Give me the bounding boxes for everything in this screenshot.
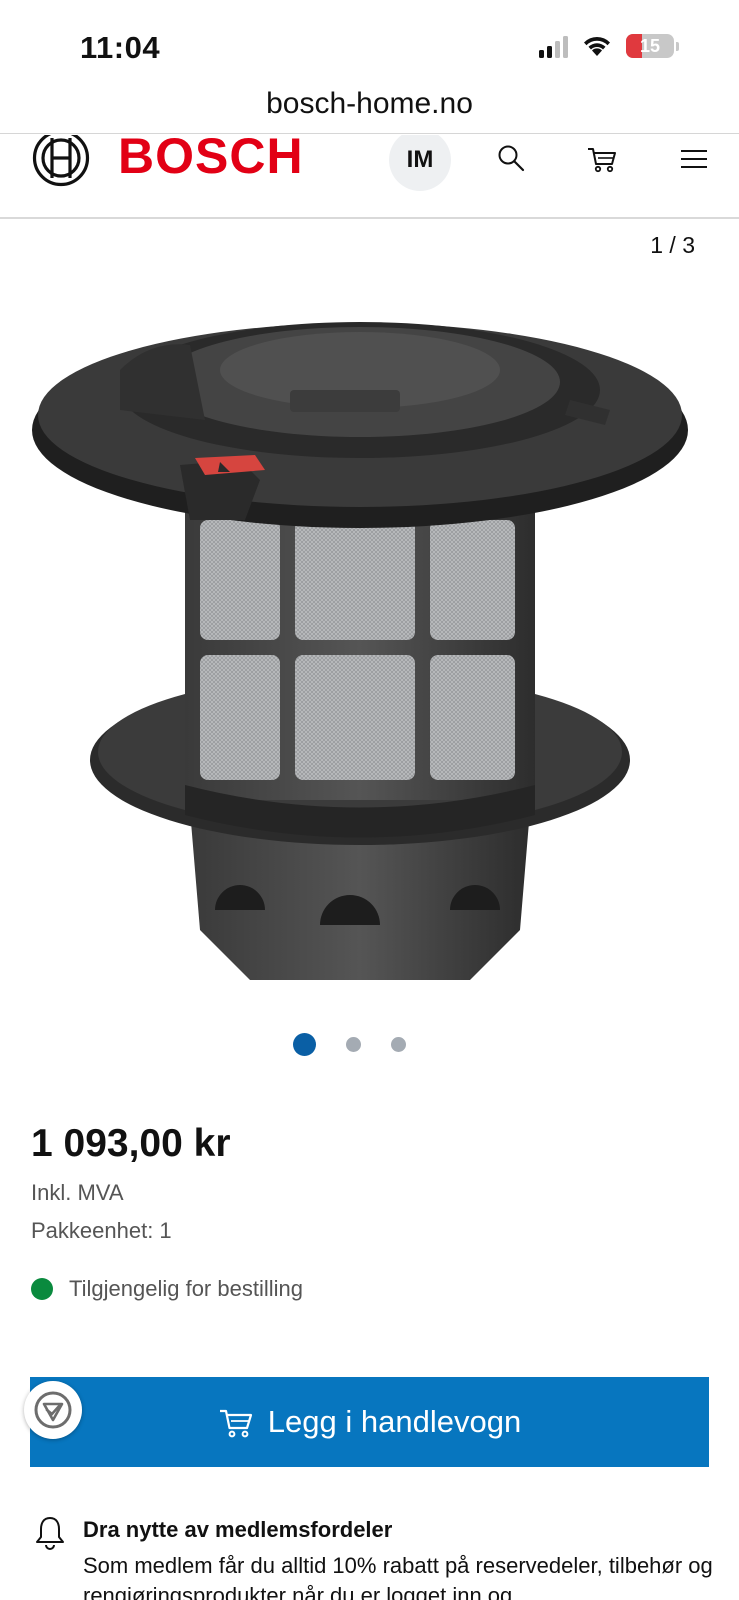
cart-icon[interactable] <box>586 143 618 175</box>
battery-icon: 15 <box>626 34 674 58</box>
url-bar[interactable]: bosch-home.no <box>0 82 739 134</box>
member-benefits-title: Dra nytte av medlemsfordeler <box>83 1517 393 1542</box>
gallery-dot-2[interactable] <box>346 1037 361 1052</box>
trust-badge-icon[interactable] <box>24 1381 82 1439</box>
gallery-counter: 1 / 3 <box>650 232 695 258</box>
product-price: 1 093,00 kr <box>31 1122 231 1165</box>
add-to-cart-button[interactable]: Legg i handlevogn <box>30 1377 709 1467</box>
site-header: BOSCH IM <box>0 135 739 219</box>
product-image-filter[interactable] <box>30 290 710 1010</box>
status-time: 11:04 <box>80 30 161 65</box>
user-avatar-button[interactable]: IM <box>389 135 451 191</box>
bell-icon <box>36 1517 64 1550</box>
availability-status: Tilgjengelig for bestilling <box>31 1276 303 1302</box>
cellular-signal-icon <box>539 34 568 58</box>
pack-unit: Pakkeenhet: 1 <box>31 1218 172 1243</box>
status-icons: 15 <box>539 34 679 58</box>
wifi-icon <box>584 36 610 56</box>
battery-level: 15 <box>639 35 661 56</box>
gallery-dot-3[interactable] <box>391 1037 406 1052</box>
gallery-dot-1[interactable] <box>293 1033 316 1056</box>
hamburger-menu-icon[interactable] <box>678 143 710 175</box>
cart-icon <box>219 1409 252 1438</box>
member-benefits-text: Som medlem får du alltid 10% rabatt på r… <box>83 1553 713 1600</box>
status-bar: 11:04 15 <box>0 0 739 90</box>
battery-cap <box>676 41 679 51</box>
bosch-wordmark-logo[interactable]: BOSCH <box>118 135 304 185</box>
gallery-pagination <box>0 1033 739 1056</box>
add-to-cart-label: Legg i handlevogn <box>267 1404 522 1439</box>
vat-note: Inkl. MVA <box>31 1180 124 1205</box>
availability-indicator-icon <box>31 1278 53 1300</box>
availability-label: Tilgjengelig for bestilling <box>69 1276 303 1301</box>
search-icon[interactable] <box>496 143 528 175</box>
bosch-armature-logo-icon[interactable] <box>32 135 90 187</box>
